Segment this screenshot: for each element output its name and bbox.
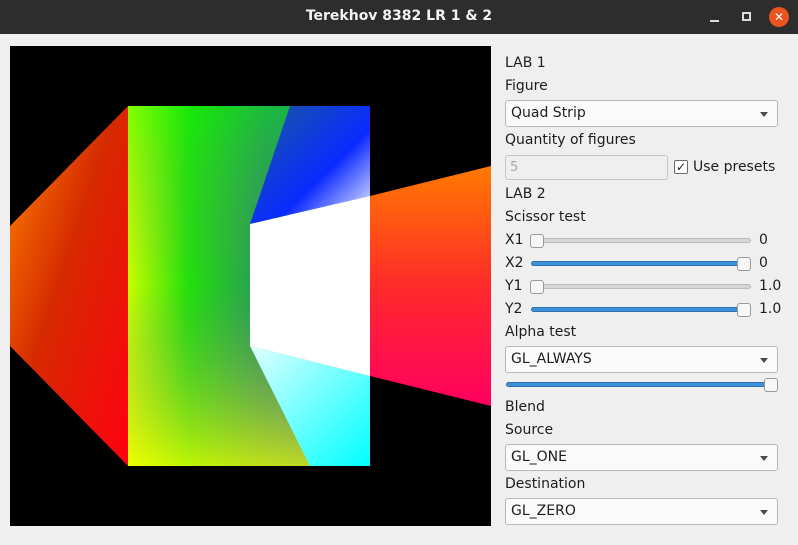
y1-slider-handle[interactable] xyxy=(530,280,544,294)
use-presets-label[interactable]: Use presets xyxy=(693,159,775,175)
strip-quad-left xyxy=(10,106,128,466)
title-bar: Terekhov 8382 LR 1 & 2 ✕ xyxy=(0,0,798,34)
alpha-slider-handle[interactable] xyxy=(764,378,778,392)
figure-select[interactable]: Quad Strip xyxy=(505,100,778,127)
alpha-label: Alpha test xyxy=(505,324,577,340)
alpha-func-value: GL_ALWAYS xyxy=(511,351,592,367)
strip-quad-inner xyxy=(250,196,370,376)
minimize-button[interactable] xyxy=(705,7,725,27)
x1-label: X1 xyxy=(505,232,524,248)
gl-scene xyxy=(10,106,491,466)
chevron-down-icon xyxy=(760,112,768,117)
maximize-icon xyxy=(742,12,751,21)
maximize-button[interactable] xyxy=(737,7,757,27)
x2-slider-track[interactable] xyxy=(531,261,751,266)
close-icon: ✕ xyxy=(773,10,785,24)
alpha-slider-track[interactable] xyxy=(506,382,776,387)
x2-value: 0 xyxy=(759,255,768,271)
figure-label: Figure xyxy=(505,78,548,94)
chevron-down-icon xyxy=(760,456,768,461)
y2-value: 1.0 xyxy=(759,301,782,317)
x2-slider-handle[interactable] xyxy=(737,257,751,271)
window-title: Terekhov 8382 LR 1 & 2 xyxy=(305,8,493,24)
y2-label: Y2 xyxy=(505,301,523,317)
y1-slider-track[interactable] xyxy=(531,284,751,289)
gl-canvas[interactable] xyxy=(10,46,491,526)
figure-select-value: Quad Strip xyxy=(511,105,586,121)
scissor-label: Scissor test xyxy=(505,209,586,225)
destination-label: Destination xyxy=(505,476,586,492)
y2-slider-track[interactable] xyxy=(531,307,751,312)
alpha-func-select[interactable]: GL_ALWAYS xyxy=(505,346,778,373)
source-label: Source xyxy=(505,422,554,438)
destination-select[interactable]: GL_ZERO xyxy=(505,498,778,525)
x2-label: X2 xyxy=(505,255,524,271)
lab2-heading: LAB 2 xyxy=(505,186,546,202)
chevron-down-icon xyxy=(760,358,768,363)
x1-value: 0 xyxy=(759,232,768,248)
source-value: GL_ONE xyxy=(511,449,567,465)
chevron-down-icon xyxy=(760,510,768,515)
y2-slider-handle[interactable] xyxy=(737,303,751,317)
x1-slider-handle[interactable] xyxy=(530,234,544,248)
lab1-heading: LAB 1 xyxy=(505,55,546,71)
destination-value: GL_ZERO xyxy=(511,503,576,519)
quantity-label: Quantity of figures xyxy=(505,132,636,148)
strip-quad-far xyxy=(370,166,491,406)
use-presets-checkbox[interactable]: ✓ xyxy=(674,160,688,174)
quantity-value: 5 xyxy=(510,160,519,175)
y1-label: Y1 xyxy=(505,278,523,294)
quantity-input[interactable]: 5 xyxy=(505,155,668,180)
source-select[interactable]: GL_ONE xyxy=(505,444,778,471)
x1-slider-track[interactable] xyxy=(531,238,751,243)
y1-value: 1.0 xyxy=(759,278,782,294)
blend-label: Blend xyxy=(505,399,545,415)
close-button[interactable]: ✕ xyxy=(769,7,789,27)
minimize-icon xyxy=(710,20,719,22)
